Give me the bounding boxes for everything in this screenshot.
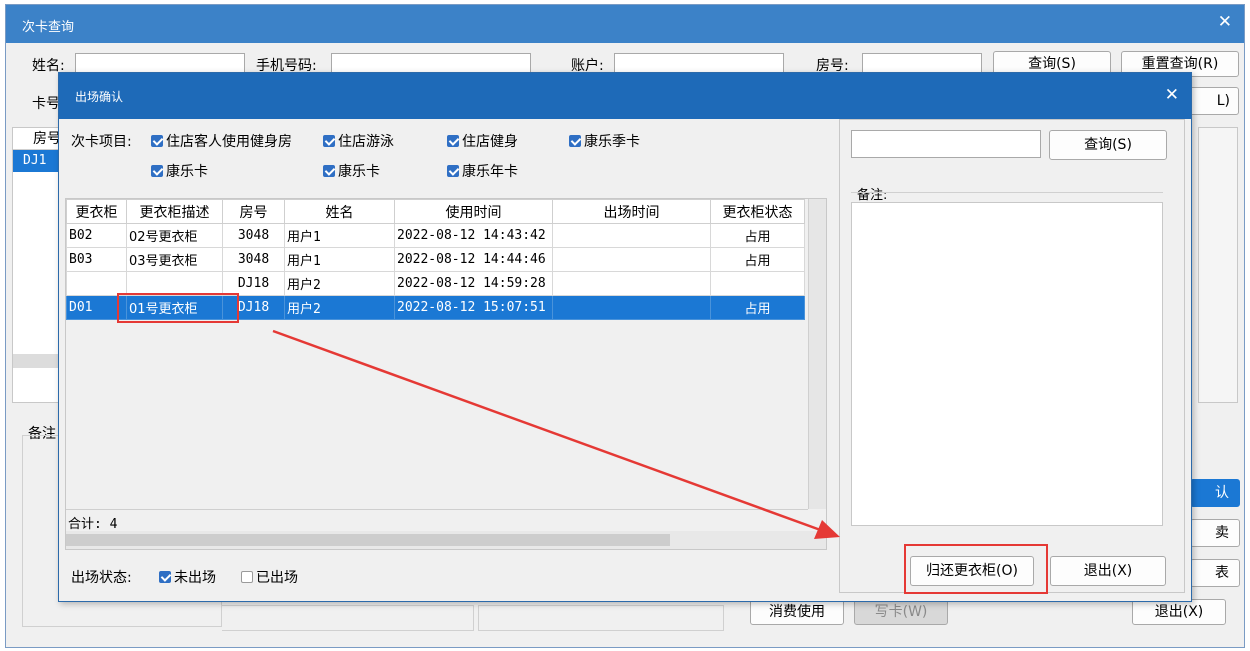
arrow-line <box>272 329 827 534</box>
annotation-arrow <box>272 329 840 539</box>
